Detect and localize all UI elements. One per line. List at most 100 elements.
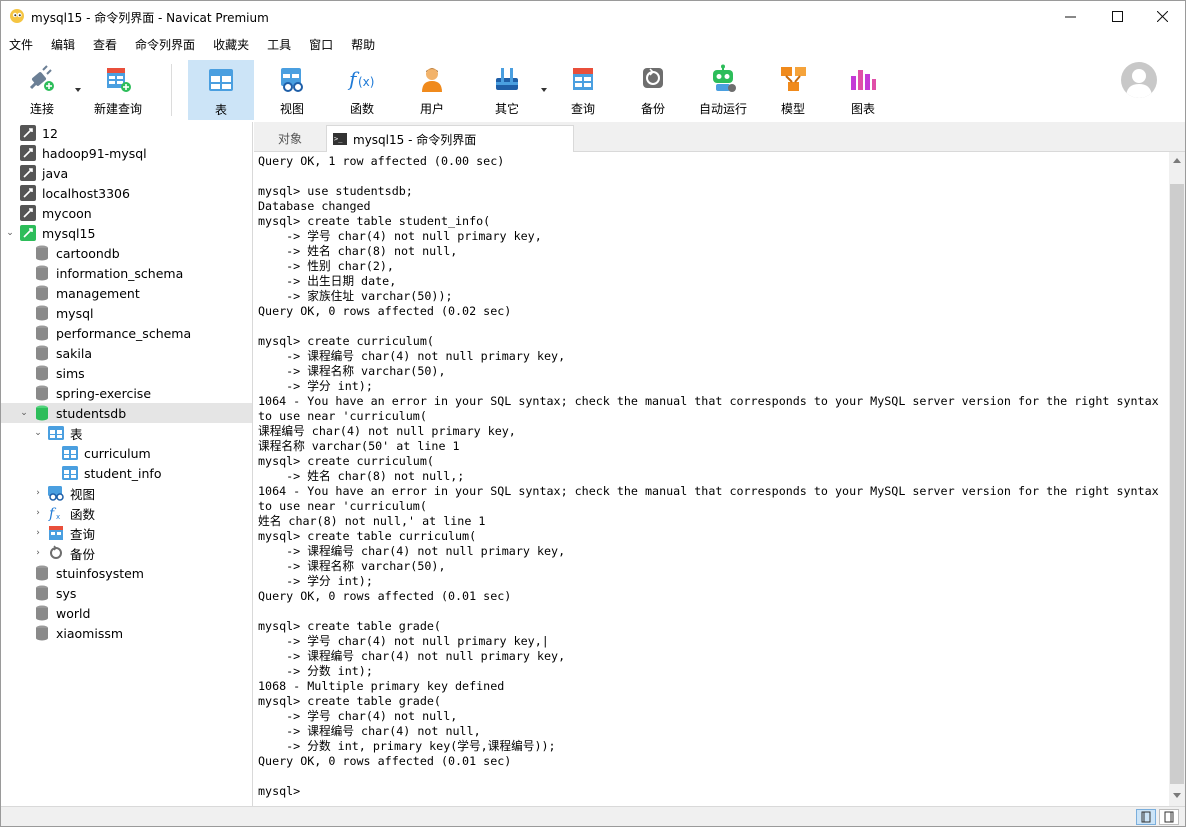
chart-button[interactable]: 图表 — [830, 60, 896, 120]
chevron-down-icon[interactable]: ⌄ — [5, 228, 15, 238]
menu-favorites[interactable]: 收藏夹 — [207, 32, 261, 58]
views-folder[interactable]: › 视图 — [1, 483, 252, 503]
automation-button[interactable]: 自动运行 — [690, 60, 756, 120]
database-item[interactable]: stuinfosystem — [1, 563, 252, 583]
menu-help[interactable]: 帮助 — [345, 32, 387, 58]
function-button[interactable]: f (x) 函数 — [329, 60, 395, 120]
tools-icon — [496, 68, 518, 90]
console-line: 1064 - You have an error in your SQL syn… — [258, 394, 1159, 408]
connection-item[interactable]: java — [1, 163, 252, 183]
functions-folder[interactable]: › fx 函数 — [1, 503, 252, 523]
database-item-selected[interactable]: ⌄ studentsdb — [1, 403, 252, 423]
database-item[interactable]: spring-exercise — [1, 383, 252, 403]
chevron-right-icon[interactable]: › — [33, 528, 43, 538]
console-line: Query OK, 0 rows affected (0.02 sec) — [258, 304, 512, 318]
console-line: mysql> use studentsdb; — [258, 184, 413, 198]
database-label: sims — [56, 365, 85, 381]
svg-text:(x): (x) — [358, 75, 374, 89]
close-button[interactable] — [1139, 1, 1185, 32]
menu-edit[interactable]: 编辑 — [45, 32, 87, 58]
database-label: management — [56, 285, 140, 301]
tab-console[interactable]: >_ mysql15 - 命令列界面 — [326, 125, 574, 152]
query-button[interactable]: 查询 — [550, 60, 616, 120]
menu-window[interactable]: 窗口 — [303, 32, 345, 58]
other-button[interactable]: 其它 — [474, 60, 540, 120]
backups-folder[interactable]: › 备份 — [1, 543, 252, 563]
tables-folder[interactable]: ⌄ 表 — [1, 423, 252, 443]
connect-dropdown-icon[interactable] — [75, 88, 81, 92]
console-line: to use near 'curriculum( — [258, 499, 427, 513]
database-item[interactable]: xiaomissm — [1, 623, 252, 643]
console-line: mysql> create table curriculum( — [258, 529, 477, 543]
connection-item[interactable]: mycoon — [1, 203, 252, 223]
list-view-button[interactable] — [1136, 809, 1156, 825]
queries-folder[interactable]: › 查询 — [1, 523, 252, 543]
database-item[interactable]: sakila — [1, 343, 252, 363]
chevron-down-icon[interactable]: ⌄ — [19, 408, 29, 418]
scroll-down-icon[interactable] — [1173, 793, 1181, 798]
menu-view[interactable]: 查看 — [87, 32, 129, 58]
view-button[interactable]: 视图 — [259, 60, 325, 120]
console-output[interactable]: Query OK, 1 row affected (0.00 sec) mysql… — [254, 152, 1169, 806]
table-button[interactable]: 表 — [188, 60, 254, 120]
minimize-button[interactable] — [1047, 1, 1093, 32]
database-item[interactable]: sims — [1, 363, 252, 383]
model-button[interactable]: 模型 — [760, 60, 826, 120]
chevron-down-icon[interactable]: ⌄ — [33, 428, 43, 438]
connect-label: 连接 — [29, 102, 54, 116]
console-line: 课程名称 varchar(50' at line 1 — [258, 439, 460, 453]
other-dropdown-icon[interactable] — [541, 88, 547, 92]
menu-file[interactable]: 文件 — [3, 32, 45, 58]
backup-button[interactable]: 备份 — [620, 60, 686, 120]
database-item[interactable]: performance_schema — [1, 323, 252, 343]
table-item[interactable]: student_info — [1, 463, 252, 483]
new-query-button[interactable]: 新建查询 — [85, 60, 151, 120]
table-icon — [62, 446, 78, 460]
table-label: curriculum — [84, 445, 151, 461]
chevron-right-icon[interactable]: › — [33, 548, 43, 558]
console-line: mysql> create table grade( — [258, 694, 441, 708]
chevron-right-icon[interactable]: › — [33, 508, 43, 518]
connection-icon — [20, 185, 36, 201]
scrollbar-thumb[interactable] — [1170, 184, 1184, 784]
tables-folder-label: 表 — [70, 426, 83, 442]
connection-item[interactable]: localhost3306 — [1, 183, 252, 203]
connection-item[interactable]: 12 — [1, 123, 252, 143]
tab-objects[interactable]: 对象 — [254, 125, 326, 152]
connect-button[interactable]: 连接 — [9, 60, 75, 120]
console-line: -> 分数 int); — [258, 664, 373, 678]
database-label: spring-exercise — [56, 385, 152, 401]
connection-item[interactable]: hadoop91-mysql — [1, 143, 252, 163]
database-item[interactable]: sys — [1, 583, 252, 603]
maximize-button[interactable] — [1094, 1, 1140, 32]
table-item[interactable]: curriculum — [1, 443, 252, 463]
database-item[interactable]: cartoondb — [1, 243, 252, 263]
console-line: mysql> create table student_info( — [258, 214, 491, 228]
database-icon — [36, 365, 48, 381]
console-line: -> 姓名 char(8) not null,; — [258, 469, 465, 483]
scroll-up-icon[interactable] — [1173, 158, 1181, 163]
maximize-icon — [1111, 11, 1123, 22]
user-button[interactable]: 用户 — [399, 60, 465, 120]
database-icon — [36, 325, 48, 341]
vertical-scrollbar[interactable] — [1169, 152, 1185, 806]
detail-view-button[interactable] — [1159, 809, 1179, 825]
navigation-tree: 12 hadoop91-mysql java localhost3306 myc… — [1, 122, 253, 806]
backup-icon — [643, 68, 663, 88]
database-icon — [36, 565, 48, 581]
database-item[interactable]: mysql — [1, 303, 252, 323]
database-item[interactable]: world — [1, 603, 252, 623]
chevron-right-icon[interactable]: › — [33, 488, 43, 498]
database-icon — [36, 265, 48, 281]
menu-console[interactable]: 命令列界面 — [129, 32, 207, 58]
database-item[interactable]: management — [1, 283, 252, 303]
chart-label: 图表 — [850, 102, 875, 116]
connection-item-open[interactable]: ⌄ mysql15 — [1, 223, 252, 243]
menu-tools[interactable]: 工具 — [261, 32, 303, 58]
database-item[interactable]: information_schema — [1, 263, 252, 283]
user-avatar[interactable] — [1121, 62, 1157, 98]
console-line: -> 学号 char(4) not null primary key,| — [258, 634, 549, 648]
console-line: -> 课程编号 char(4) not null primary key, — [258, 649, 566, 663]
connection-label: java — [42, 165, 69, 181]
